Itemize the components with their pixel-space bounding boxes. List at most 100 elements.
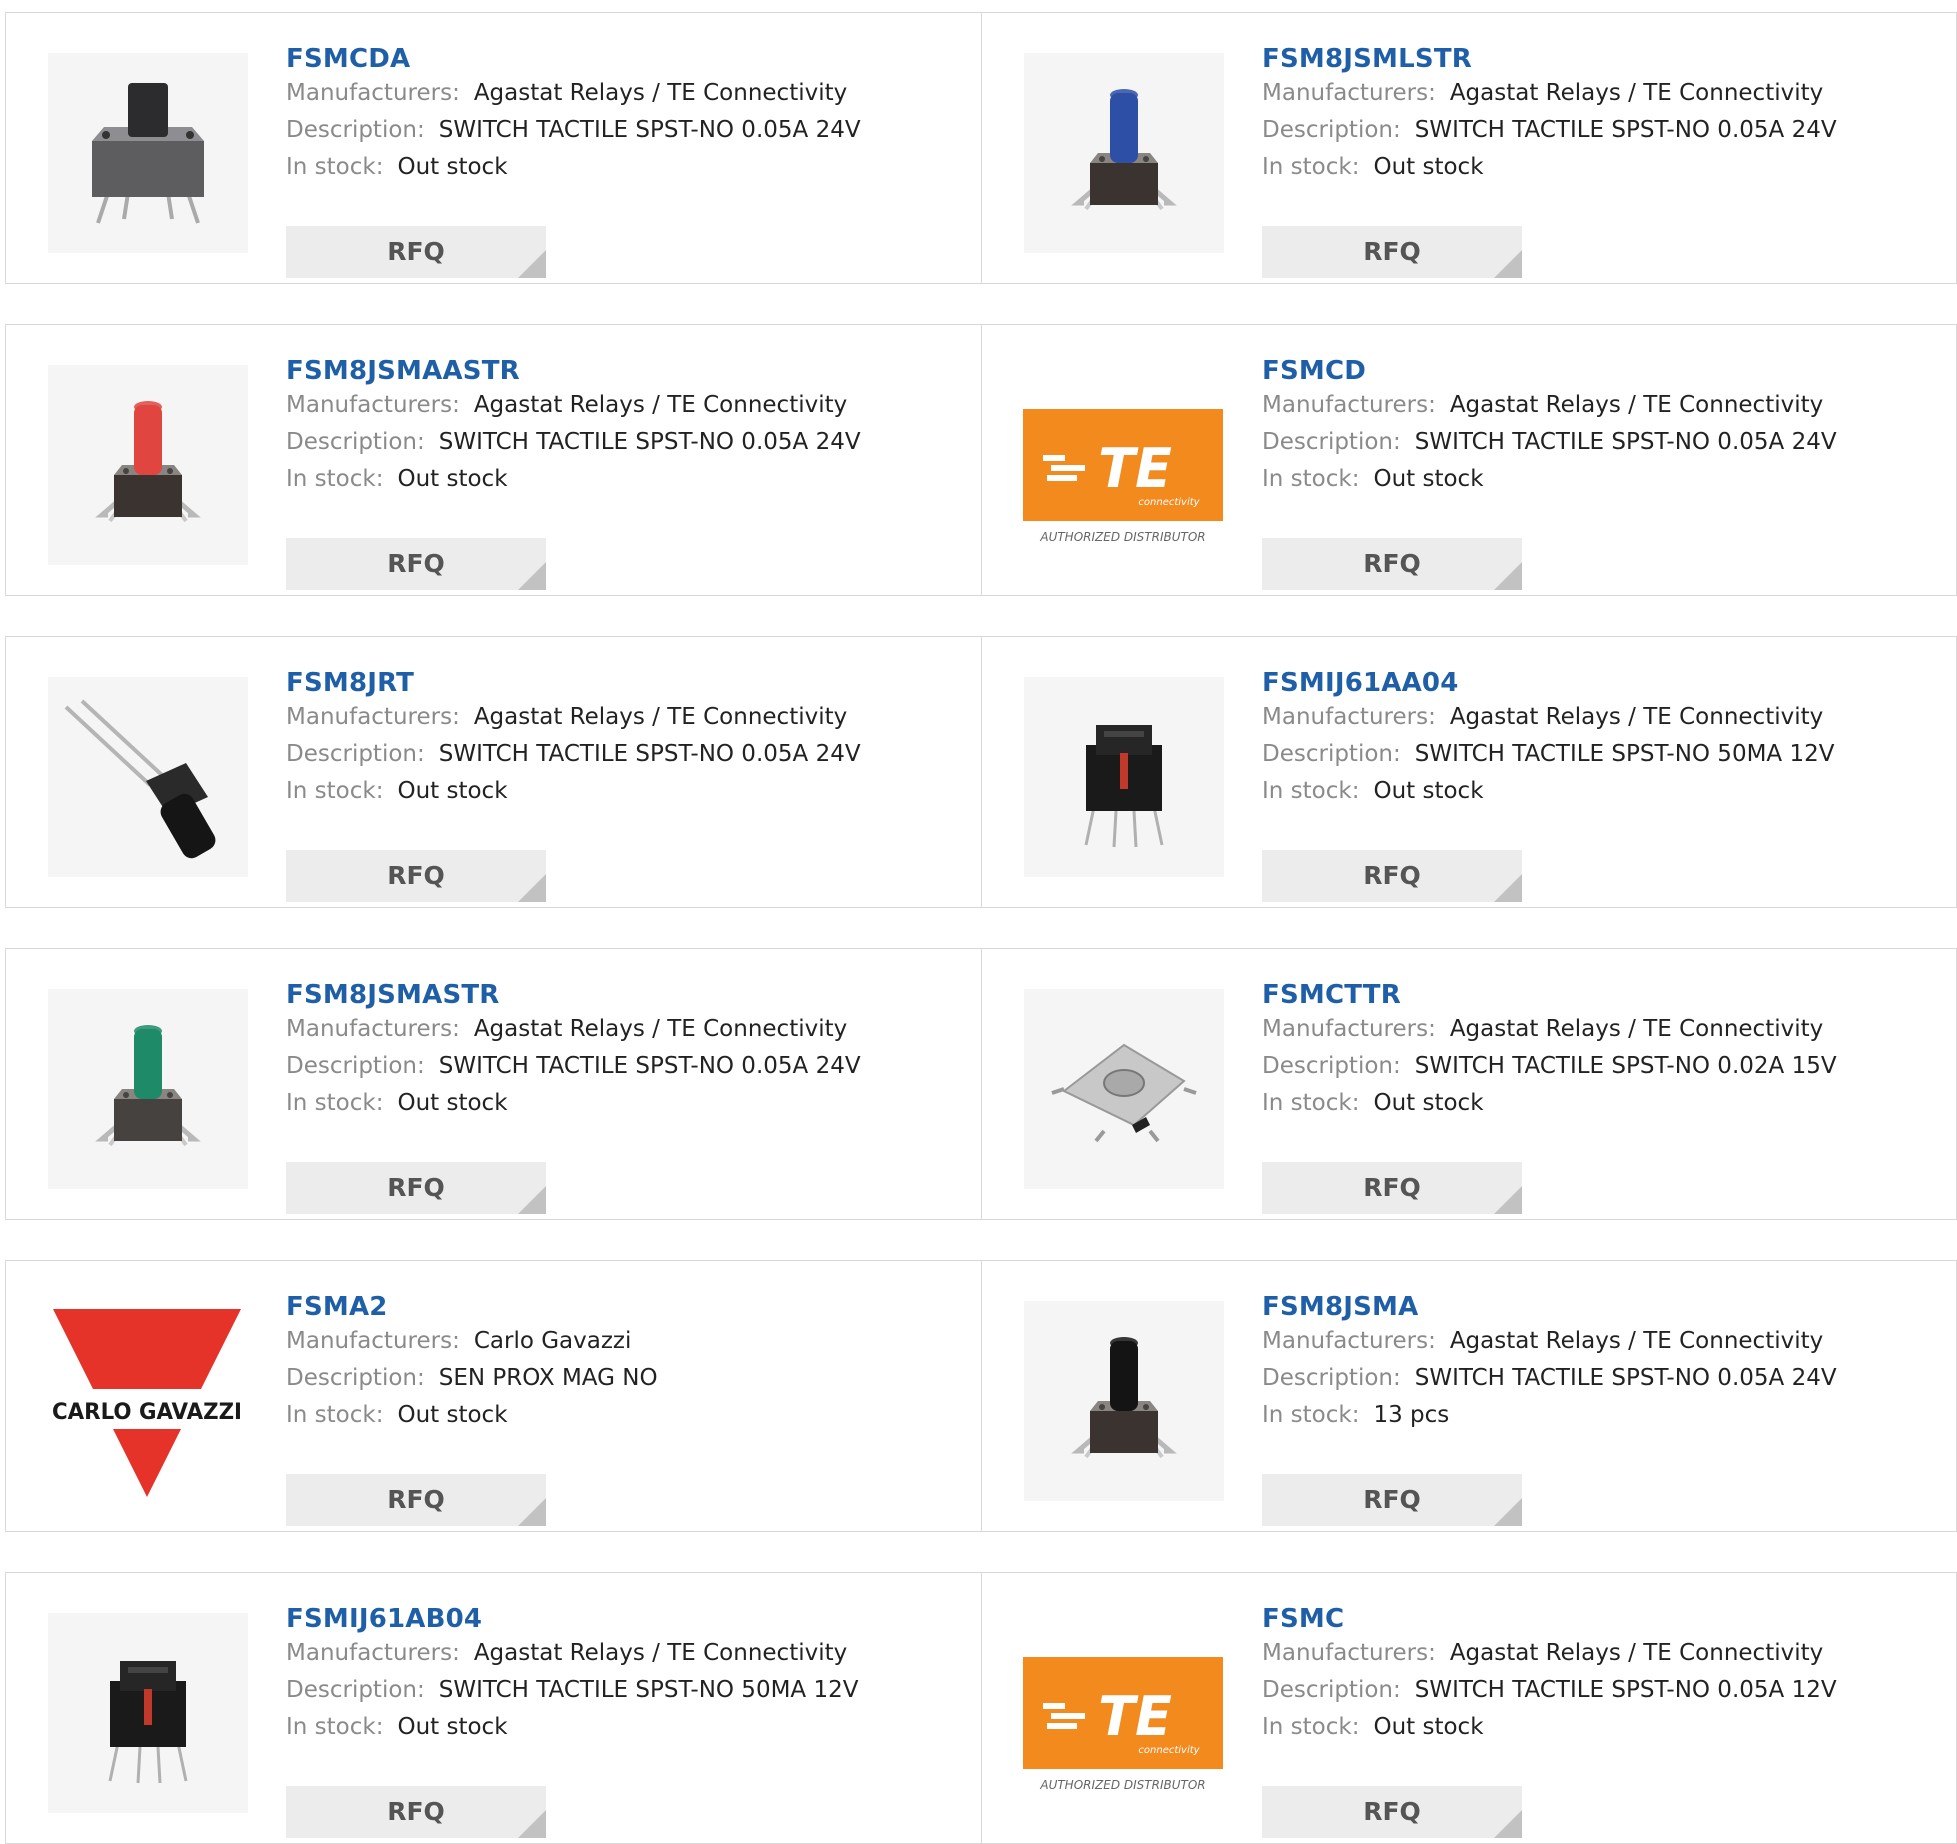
description-line: Description: SWITCH TACTILE SPST-NO 0.05A… bbox=[1262, 424, 1936, 461]
corner-fold-icon bbox=[1494, 562, 1522, 590]
rfq-button[interactable]: RFQ bbox=[1262, 1162, 1522, 1214]
product-image[interactable] bbox=[48, 989, 248, 1189]
rfq-button[interactable]: RFQ bbox=[286, 538, 546, 590]
rfq-label: RFQ bbox=[1363, 861, 1421, 890]
stock-value: Out stock bbox=[397, 1402, 508, 1428]
part-number-link[interactable]: FSMIJ61AB04 bbox=[286, 1603, 482, 1635]
product-image[interactable] bbox=[48, 53, 248, 253]
part-number-link[interactable]: FSM8JSMASTR bbox=[286, 979, 500, 1011]
te-connectivity-logo-image: TE connectivity AUTHORIZED DISTRIBUTOR bbox=[1022, 409, 1223, 544]
product-image[interactable]: CARLO GAVAZZI bbox=[44, 1301, 249, 1501]
stock-value: Out stock bbox=[1373, 778, 1484, 804]
description-value: SWITCH TACTILE SPST-NO 0.05A 24V bbox=[1414, 117, 1837, 143]
rfq-button[interactable]: RFQ bbox=[1262, 538, 1522, 590]
part-number-link[interactable]: FSMA2 bbox=[286, 1291, 388, 1323]
rfq-label: RFQ bbox=[387, 237, 445, 266]
stock-label: In stock: bbox=[286, 1090, 384, 1116]
description-line: Description: SWITCH TACTILE SPST-NO 0.05A… bbox=[286, 1048, 961, 1085]
product-image[interactable] bbox=[1024, 989, 1224, 1189]
svg-text:TE: TE bbox=[1098, 1685, 1172, 1748]
manufacturer-line: Manufacturers: Agastat Relays / TE Connec… bbox=[286, 1011, 961, 1048]
manufacturer-value: Carlo Gavazzi bbox=[473, 1328, 632, 1354]
product-card: TE connectivity AUTHORIZED DISTRIBUTOR F… bbox=[981, 325, 1956, 595]
stock-value: Out stock bbox=[397, 154, 508, 180]
illuminated-tactile-switch-image bbox=[1084, 725, 1164, 848]
rfq-button[interactable]: RFQ bbox=[286, 1786, 546, 1838]
rfq-button[interactable]: RFQ bbox=[1262, 1474, 1522, 1526]
rfq-label: RFQ bbox=[387, 861, 445, 890]
stock-label: In stock: bbox=[1262, 1090, 1360, 1116]
product-row: FSM8JSMASTR Manufacturers: Agastat Relays… bbox=[5, 948, 1957, 1220]
stock-line: In stock: Out stock bbox=[286, 149, 961, 186]
stock-label: In stock: bbox=[1262, 154, 1360, 180]
rfq-button[interactable]: RFQ bbox=[1262, 1786, 1522, 1838]
description-value: SWITCH TACTILE SPST-NO 0.05A 24V bbox=[1414, 1365, 1837, 1391]
svg-text:AUTHORIZED DISTRIBUTOR: AUTHORIZED DISTRIBUTOR bbox=[1039, 1778, 1205, 1792]
product-image[interactable]: TE connectivity AUTHORIZED DISTRIBUTOR bbox=[1020, 1613, 1225, 1813]
product-image[interactable] bbox=[1024, 53, 1224, 253]
description-line: Description: SWITCH TACTILE SPST-NO 50MA … bbox=[286, 1672, 961, 1709]
corner-fold-icon bbox=[1494, 1810, 1522, 1838]
stock-line: In stock: Out stock bbox=[1262, 461, 1936, 498]
part-number-link[interactable]: FSMCD bbox=[1262, 355, 1366, 387]
description-label: Description: bbox=[286, 1053, 425, 1079]
stock-line: In stock: Out stock bbox=[286, 1085, 961, 1122]
manufacturer-line: Manufacturers: Agastat Relays / TE Connec… bbox=[1262, 75, 1936, 112]
product-info: FSM8JSMLSTR Manufacturers: Agastat Relays… bbox=[1262, 43, 1936, 278]
manufacturer-value: Agastat Relays / TE Connectivity bbox=[1449, 80, 1824, 106]
stock-value: Out stock bbox=[397, 1714, 508, 1740]
part-number-link[interactable]: FSMC bbox=[1262, 1603, 1344, 1635]
manufacturer-value: Agastat Relays / TE Connectivity bbox=[473, 80, 848, 106]
part-number-link[interactable]: FSM8JRT bbox=[286, 667, 414, 699]
product-card: FSMIJ61AB04 Manufacturers: Agastat Relays… bbox=[6, 1573, 981, 1843]
product-image[interactable] bbox=[48, 1613, 248, 1813]
product-card: FSMIJ61AA04 Manufacturers: Agastat Relays… bbox=[981, 637, 1956, 907]
product-info: FSM8JSMASTR Manufacturers: Agastat Relays… bbox=[286, 979, 961, 1214]
product-row: FSMIJ61AB04 Manufacturers: Agastat Relays… bbox=[5, 1572, 1957, 1844]
manufacturer-line: Manufacturers: Agastat Relays / TE Connec… bbox=[1262, 1323, 1936, 1360]
corner-fold-icon bbox=[518, 1498, 546, 1526]
product-image[interactable] bbox=[48, 365, 248, 565]
part-number-link[interactable]: FSM8JSMAASTR bbox=[286, 355, 520, 387]
part-number-link[interactable]: FSMCDA bbox=[286, 43, 410, 75]
rfq-button[interactable]: RFQ bbox=[286, 1474, 546, 1526]
description-line: Description: SWITCH TACTILE SPST-NO 0.05A… bbox=[286, 424, 961, 461]
part-number-link[interactable]: FSMCTTR bbox=[1262, 979, 1401, 1011]
manufacturer-line: Manufacturers: Agastat Relays / TE Connec… bbox=[1262, 387, 1936, 424]
product-row: FSMCDA Manufacturers: Agastat Relays / TE… bbox=[5, 12, 1957, 284]
product-row: CARLO GAVAZZI FSMA2 Manufacturers: Carlo … bbox=[5, 1260, 1957, 1532]
manufacturer-line: Manufacturers: Agastat Relays / TE Connec… bbox=[1262, 1011, 1936, 1048]
svg-text:connectivity: connectivity bbox=[1138, 497, 1200, 508]
product-image[interactable]: TE connectivity AUTHORIZED DISTRIBUTOR bbox=[1020, 365, 1225, 565]
rfq-label: RFQ bbox=[1363, 549, 1421, 578]
part-number-link[interactable]: FSMIJ61AA04 bbox=[1262, 667, 1459, 699]
manufacturer-label: Manufacturers: bbox=[286, 80, 460, 106]
product-info: FSMA2 Manufacturers: Carlo Gavazzi Descri… bbox=[286, 1291, 961, 1526]
rfq-button[interactable]: RFQ bbox=[286, 226, 546, 278]
rfq-button[interactable]: RFQ bbox=[1262, 850, 1522, 902]
manufacturer-line: Manufacturers: Agastat Relays / TE Connec… bbox=[286, 1635, 961, 1672]
corner-fold-icon bbox=[518, 562, 546, 590]
part-number-link[interactable]: FSM8JSMA bbox=[1262, 1291, 1418, 1323]
corner-fold-icon bbox=[1494, 1498, 1522, 1526]
stock-label: In stock: bbox=[1262, 1402, 1360, 1428]
rfq-button[interactable]: RFQ bbox=[286, 1162, 546, 1214]
product-info: FSMCDA Manufacturers: Agastat Relays / TE… bbox=[286, 43, 961, 278]
manufacturer-line: Manufacturers: Carlo Gavazzi bbox=[286, 1323, 961, 1360]
product-image[interactable] bbox=[1024, 677, 1224, 877]
rfq-button[interactable]: RFQ bbox=[1262, 226, 1522, 278]
manufacturer-value: Agastat Relays / TE Connectivity bbox=[473, 704, 848, 730]
rfq-button[interactable]: RFQ bbox=[286, 850, 546, 902]
description-label: Description: bbox=[1262, 1365, 1401, 1391]
stock-label: In stock: bbox=[286, 466, 384, 492]
tactile-switch-green-image bbox=[95, 1025, 201, 1147]
product-info: FSM8JSMA Manufacturers: Agastat Relays / … bbox=[1262, 1291, 1936, 1526]
corner-fold-icon bbox=[518, 250, 546, 278]
product-image[interactable] bbox=[1024, 1301, 1224, 1501]
corner-fold-icon bbox=[1494, 250, 1522, 278]
product-image[interactable] bbox=[48, 677, 248, 877]
product-info: FSM8JSMAASTR Manufacturers: Agastat Relay… bbox=[286, 355, 961, 590]
manufacturer-label: Manufacturers: bbox=[286, 1016, 460, 1042]
part-number-link[interactable]: FSM8JSMLSTR bbox=[1262, 43, 1472, 75]
manufacturer-line: Manufacturers: Agastat Relays / TE Connec… bbox=[1262, 1635, 1936, 1672]
